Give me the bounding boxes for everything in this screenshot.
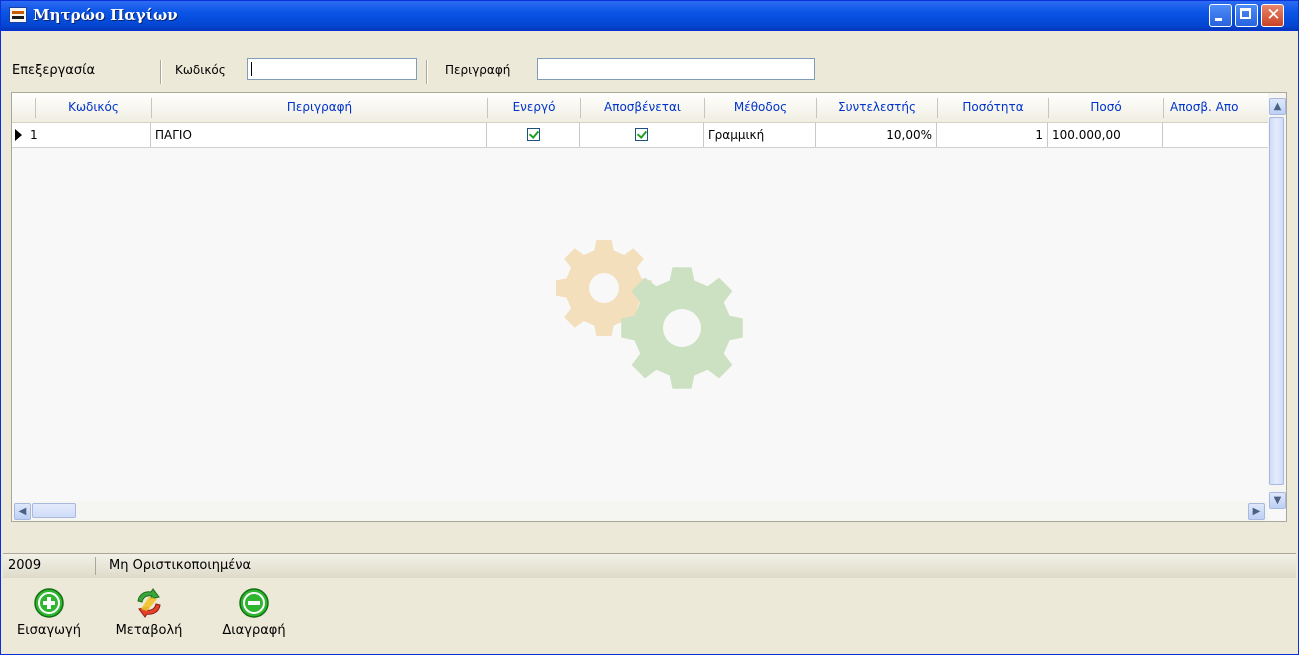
cell-rate[interactable]: 10,00% — [816, 123, 937, 147]
column-header-method[interactable]: Μέθοδος — [704, 98, 816, 118]
assets-grid[interactable]: Κωδικός Περιγραφή Ενεργό Αποσβένεται Μέθ… — [11, 92, 1287, 522]
app-icon — [9, 7, 27, 23]
code-filter-label: Κωδικός — [175, 63, 226, 77]
toolbar-separator — [426, 60, 428, 84]
column-header-code[interactable]: Κωδικός — [35, 98, 151, 118]
maximize-icon — [1240, 8, 1251, 19]
status-bar: 2009 Μη Οριστικοποιημένα — [3, 553, 1296, 578]
status-state: Μη Οριστικοποιημένα — [109, 558, 252, 573]
window-title: Μητρώο Παγίων — [33, 6, 178, 24]
delete-button-label: Διαγραφή — [222, 623, 286, 638]
table-row[interactable]: 1 ΠΑΓΙΟ Γραμμική 10,00% 1 100.000,00 — [12, 123, 1268, 148]
scroll-up-button[interactable]: ▲ — [1269, 98, 1286, 115]
row-selector-arrow-icon — [15, 129, 22, 141]
action-toolbar: Εισαγωγή Μεταβολή Διαγραφή — [3, 579, 303, 654]
grid-header: Κωδικός Περιγραφή Ενεργό Αποσβένεται Μέθ… — [12, 93, 1268, 123]
vertical-scrollbar[interactable]: ▲ ▼ — [1268, 93, 1286, 509]
edit-menu[interactable]: Επεξεργασία — [12, 63, 95, 78]
insert-button[interactable]: Εισαγωγή — [3, 587, 95, 638]
main-window: Μητρώο Παγίων ✕ Επεξεργασία Κωδικός Περι… — [0, 0, 1299, 655]
gears-watermark-icon — [556, 240, 743, 389]
description-filter-input[interactable] — [537, 58, 815, 80]
plus-circle-icon — [34, 588, 64, 618]
cell-active[interactable] — [487, 123, 580, 147]
close-icon: ✕ — [1266, 5, 1281, 25]
status-year: 2009 — [8, 558, 42, 573]
scroll-down-button[interactable]: ▼ — [1269, 492, 1286, 509]
scroll-left-button[interactable]: ◀ — [14, 503, 31, 520]
delete-button[interactable]: Διαγραφή — [209, 587, 299, 638]
cell-code[interactable]: 1 — [26, 123, 151, 147]
filter-toolbar: Επεξεργασία Κωδικός Περιγραφή — [3, 56, 1296, 89]
minimize-icon — [1215, 18, 1222, 21]
close-button[interactable]: ✕ — [1261, 4, 1284, 27]
cell-depreciable[interactable] — [580, 123, 704, 147]
column-header-active[interactable]: Ενεργό — [487, 98, 580, 118]
column-header-amount[interactable]: Ποσό — [1048, 98, 1163, 118]
column-header-depreciation-from[interactable]: Αποσβ. Απο — [1163, 98, 1268, 118]
cell-description[interactable]: ΠΑΓΙΟ — [151, 123, 487, 147]
toolbar-separator — [160, 60, 162, 84]
text-caret — [251, 62, 252, 76]
modify-button-label: Μεταβολή — [115, 623, 183, 638]
minus-circle-icon — [239, 588, 269, 618]
cell-amount[interactable]: 100.000,00 — [1048, 123, 1163, 147]
horizontal-scroll-thumb[interactable] — [32, 503, 76, 518]
code-filter-input[interactable] — [247, 58, 417, 80]
cell-depreciation-from[interactable] — [1163, 123, 1268, 147]
maximize-button[interactable] — [1235, 4, 1258, 27]
cell-method[interactable]: Γραμμική — [704, 123, 816, 147]
description-filter-label: Περιγραφή — [445, 63, 511, 77]
column-header-rate[interactable]: Συντελεστής — [816, 98, 937, 118]
vertical-scroll-thumb[interactable] — [1269, 117, 1284, 485]
refresh-arrows-icon — [137, 588, 161, 618]
minimize-button[interactable] — [1209, 4, 1232, 27]
column-header-depreciable[interactable]: Αποσβένεται — [580, 98, 704, 118]
depreciable-checkbox[interactable] — [635, 128, 648, 141]
cell-quantity[interactable]: 1 — [937, 123, 1048, 147]
horizontal-scrollbar[interactable]: ◀ ▶ — [12, 501, 1268, 521]
scroll-right-button[interactable]: ▶ — [1248, 503, 1265, 520]
column-header-quantity[interactable]: Ποσότητα — [937, 98, 1048, 118]
status-separator — [95, 557, 96, 575]
insert-button-label: Εισαγωγή — [17, 623, 81, 638]
active-checkbox[interactable] — [527, 128, 540, 141]
title-bar[interactable]: Μητρώο Παγίων ✕ — [1, 1, 1298, 31]
modify-button[interactable]: Μεταβολή — [99, 587, 199, 638]
column-header-description[interactable]: Περιγραφή — [151, 98, 487, 118]
